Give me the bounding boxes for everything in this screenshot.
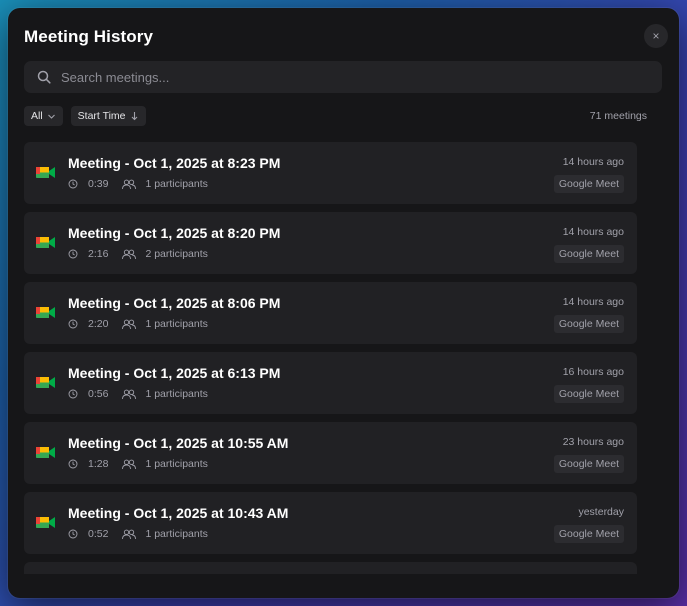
meeting-card[interactable]: Meeting - Oct 1, 2025 at 8:20 PM 2:16 2 … (24, 212, 637, 274)
meeting-participants: 1 participants (145, 178, 208, 190)
close-icon: × (652, 29, 660, 43)
meeting-card[interactable]: Meeting - Oct 1, 2025 at 6:13 PM 0:56 1 … (24, 352, 637, 414)
platform-badge: Google Meet (553, 245, 624, 263)
google-meet-icon (36, 164, 56, 186)
meeting-meta: 0:39 1 participants (68, 178, 208, 190)
meeting-meta: 1:28 1 participants (68, 458, 208, 470)
google-meet-icon (36, 304, 56, 326)
meeting-card[interactable]: Meeting - Oct 1, 2025 at 8:23 PM 0:39 1 … (24, 142, 637, 204)
meeting-time-ago: yesterday (578, 506, 624, 518)
clock-icon (68, 319, 78, 329)
search-bar[interactable] (24, 61, 662, 93)
dialog-title: Meeting History (24, 27, 154, 46)
platform-badge: Google Meet (553, 315, 624, 333)
meeting-duration: 0:39 (88, 178, 109, 190)
google-meet-icon (36, 444, 56, 466)
meeting-participants: 2 participants (145, 248, 208, 260)
platform-badge: Google Meet (553, 385, 624, 403)
clock-icon (68, 249, 78, 259)
clock-icon (68, 179, 78, 189)
users-icon (121, 529, 137, 540)
clock-icon (68, 389, 78, 399)
platform-badge: Google Meet (553, 175, 624, 193)
meeting-participants: 1 participants (145, 318, 208, 330)
meeting-title: Meeting - Oct 1, 2025 at 8:06 PM (68, 295, 281, 311)
meeting-participants: 1 participants (145, 388, 208, 400)
users-icon (121, 319, 137, 330)
clock-icon (68, 529, 78, 539)
meeting-count: 71 meetings (589, 110, 647, 122)
platform-badge: Google Meet (553, 525, 624, 543)
meeting-participants: 1 participants (145, 528, 208, 540)
users-icon (121, 249, 137, 260)
meeting-meta: 2:16 2 participants (68, 248, 208, 260)
meeting-card[interactable]: Meeting - Oct 1, 2025 at 10:43 AM 0:52 1… (24, 492, 637, 554)
search-input[interactable] (59, 68, 662, 86)
close-button[interactable]: × (644, 24, 668, 48)
meeting-meta: 2:20 1 participants (68, 318, 208, 330)
meeting-duration: 1:28 (88, 458, 109, 470)
meeting-time-ago: 14 hours ago (562, 296, 624, 308)
meeting-title: Meeting - Oct 1, 2025 at 6:13 PM (68, 365, 281, 381)
meeting-duration: 2:16 (88, 248, 109, 260)
meeting-history-dialog: Meeting History × All Start Time 71 meet… (8, 8, 679, 598)
platform-badge: Google Meet (553, 455, 624, 473)
meeting-card[interactable] (24, 562, 637, 574)
meeting-title: Meeting - Oct 1, 2025 at 8:20 PM (68, 225, 281, 241)
google-meet-icon (36, 514, 56, 536)
meeting-time-ago: 16 hours ago (562, 366, 624, 378)
google-meet-icon (36, 234, 56, 256)
meeting-title: Meeting - Oct 1, 2025 at 10:43 AM (68, 505, 289, 521)
meeting-meta: 0:56 1 participants (68, 388, 208, 400)
meeting-participants: 1 participants (145, 458, 208, 470)
meeting-duration: 0:52 (88, 528, 109, 540)
sort-label: Start Time (77, 110, 126, 122)
users-icon (121, 459, 137, 470)
filter-dropdown[interactable]: All (24, 106, 63, 126)
clock-icon (68, 459, 78, 469)
meeting-card[interactable]: Meeting - Oct 1, 2025 at 10:55 AM 1:28 1… (24, 422, 637, 484)
meeting-time-ago: 14 hours ago (562, 156, 624, 168)
users-icon (121, 389, 137, 400)
search-icon (37, 70, 51, 84)
google-meet-icon (36, 374, 56, 396)
chevron-down-icon (47, 114, 55, 119)
meeting-duration: 0:56 (88, 388, 109, 400)
users-icon (121, 179, 137, 190)
meeting-time-ago: 14 hours ago (562, 226, 624, 238)
meeting-duration: 2:20 (88, 318, 109, 330)
meeting-meta: 0:52 1 participants (68, 528, 208, 540)
meeting-title: Meeting - Oct 1, 2025 at 10:55 AM (68, 435, 289, 451)
meeting-time-ago: 23 hours ago (562, 436, 624, 448)
filter-label: All (31, 110, 43, 122)
filter-bar: All Start Time (24, 106, 146, 126)
sort-button[interactable]: Start Time (70, 106, 146, 126)
meeting-list[interactable]: Meeting - Oct 1, 2025 at 8:23 PM 0:39 1 … (24, 142, 637, 574)
arrow-down-icon (131, 112, 137, 121)
meeting-title: Meeting - Oct 1, 2025 at 8:23 PM (68, 155, 281, 171)
meeting-card[interactable]: Meeting - Oct 1, 2025 at 8:06 PM 2:20 1 … (24, 282, 637, 344)
